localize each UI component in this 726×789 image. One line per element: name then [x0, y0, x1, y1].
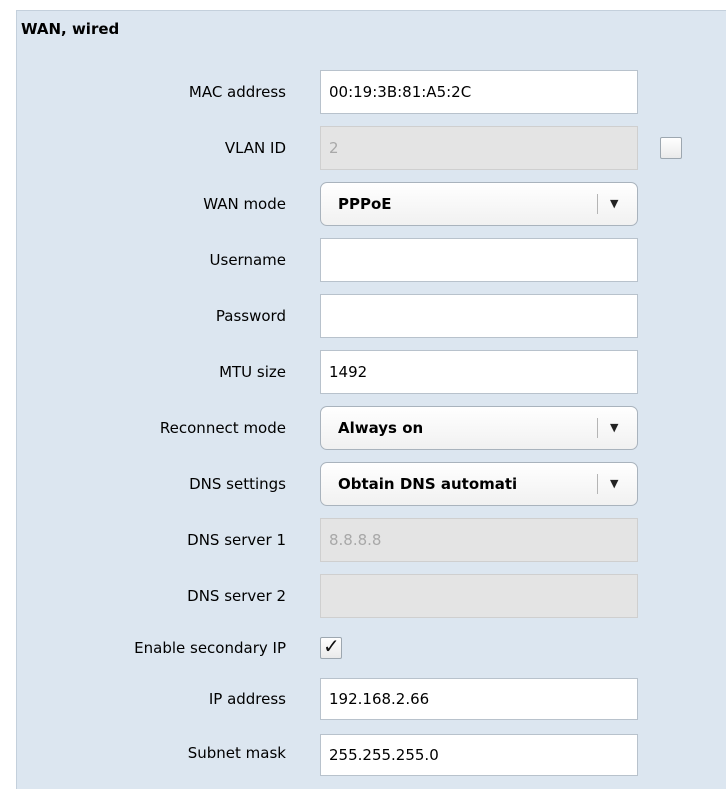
reconnect-mode-selected-value: Always on: [338, 419, 424, 437]
mac-address-label: MAC address: [188, 83, 286, 101]
password-input[interactable]: [320, 294, 638, 338]
dns-server-1-label: DNS server 1: [187, 531, 286, 549]
mtu-size-input[interactable]: [320, 350, 638, 394]
mac-address-input[interactable]: [320, 70, 638, 114]
wan-mode-select[interactable]: PPPoE ▼: [320, 182, 638, 226]
ip-address-input[interactable]: [320, 678, 638, 720]
dns-settings-selected-value: Obtain DNS automati: [338, 475, 518, 493]
section-title: WAN, wired: [21, 20, 120, 38]
chevron-down-icon[interactable]: ▼: [610, 463, 618, 505]
wan-mode-divider: [597, 194, 598, 214]
password-label: Password: [215, 307, 286, 325]
dns-server-2-input[interactable]: [320, 574, 638, 618]
subnet-mask-input[interactable]: [320, 734, 638, 776]
username-label: Username: [209, 251, 286, 269]
mtu-size-label: MTU size: [219, 363, 286, 381]
dns-server-1-input[interactable]: [320, 518, 638, 562]
checkmark-icon: ✓: [323, 634, 340, 658]
chevron-down-icon[interactable]: ▼: [610, 183, 618, 225]
vlan-id-label: VLAN ID: [224, 139, 286, 157]
vlan-id-checkbox[interactable]: [660, 137, 682, 159]
dns-settings-select[interactable]: Obtain DNS automati ▼: [320, 462, 638, 506]
enable-secondary-ip-checkbox[interactable]: ✓: [320, 634, 342, 659]
vlan-id-input[interactable]: [320, 126, 638, 170]
wan-mode-selected-value: PPPoE: [338, 195, 392, 213]
reconnect-mode-label: Reconnect mode: [159, 419, 286, 437]
chevron-down-icon[interactable]: ▼: [610, 407, 618, 449]
ip-address-label: IP address: [208, 690, 286, 708]
wan-mode-label: WAN mode: [203, 195, 286, 213]
username-input[interactable]: [320, 238, 638, 282]
dns-settings-divider: [597, 474, 598, 494]
enable-secondary-ip-label: Enable secondary IP: [134, 639, 286, 657]
reconnect-mode-select[interactable]: Always on ▼: [320, 406, 638, 450]
dns-server-2-label: DNS server 2: [187, 587, 286, 605]
dns-settings-label: DNS settings: [189, 475, 286, 493]
reconnect-mode-divider: [597, 418, 598, 438]
subnet-mask-label: Subnet mask: [187, 744, 286, 762]
